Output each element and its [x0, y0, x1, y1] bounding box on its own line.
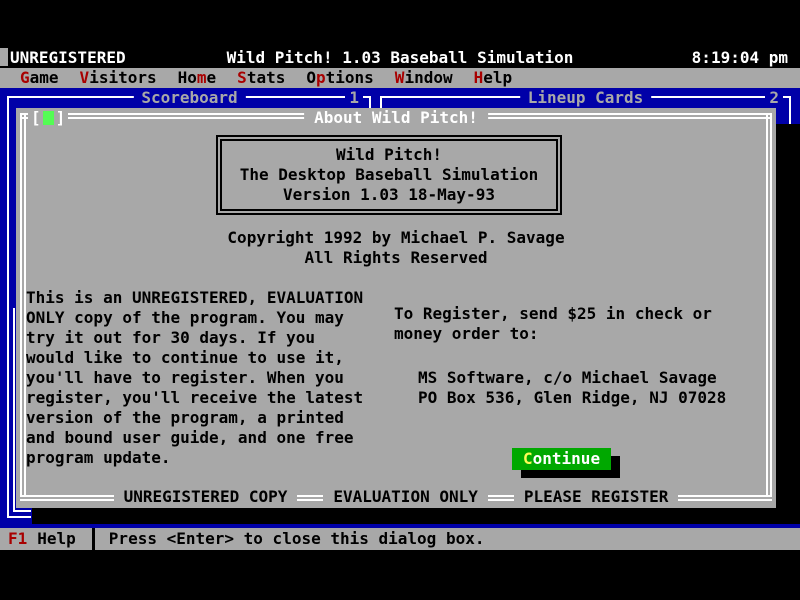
window-title-scoreboard: Scoreboard	[133, 88, 245, 108]
corner-chip	[0, 48, 8, 66]
status-divider	[92, 528, 95, 550]
window-border-left-inner	[13, 308, 15, 512]
badge-evaluation-only: EVALUATION ONLY	[323, 489, 488, 505]
dialog-shadow-bottom	[32, 508, 800, 524]
status-bar: F1 Help Press <Enter> to close this dial…	[0, 528, 800, 550]
menu-item-visitors[interactable]: Visitors	[80, 68, 157, 88]
menu-item-help[interactable]: Help	[474, 68, 513, 88]
badge-unregistered-copy: UNREGISTERED COPY	[114, 489, 298, 505]
desktop: Scoreboard 1 Lineup Cards 2 [] About Wil…	[0, 88, 800, 528]
program-name: Wild Pitch!	[222, 145, 556, 165]
app-title: Wild Pitch! 1.03 Baseball Simulation	[227, 48, 574, 68]
help-hint-label[interactable]: Help	[37, 528, 76, 550]
f1-key-hint[interactable]: F1	[8, 528, 27, 550]
register-address: MS Software, c/o Michael Savage PO Box 5…	[418, 368, 726, 408]
copyright-block: Copyright 1992 by Michael P. Savage All …	[16, 228, 776, 268]
about-dialog: [] About Wild Pitch! Wild Pitch! The Des…	[16, 108, 776, 508]
menu-bar: Game Visitors Home Stats Options Window …	[0, 68, 800, 88]
title-bar: UNREGISTERED Wild Pitch! 1.03 Baseball S…	[0, 48, 800, 68]
dialog-close-button[interactable]: []	[28, 109, 68, 127]
program-version: Version 1.03 18-May-93	[222, 185, 556, 205]
register-instructions: To Register, send $25 in check or money …	[394, 304, 712, 344]
dialog-shadow-right	[776, 124, 800, 524]
menu-item-stats[interactable]: Stats	[237, 68, 285, 88]
window-border-corner	[7, 516, 31, 518]
dialog-title: About Wild Pitch!	[304, 108, 488, 128]
window-border-corner	[13, 510, 31, 512]
menu-item-window[interactable]: Window	[395, 68, 453, 88]
dialog-footer-badges: UNREGISTERED COPY EVALUATION ONLY PLEASE…	[16, 489, 776, 505]
evaluation-notice-text: This is an UNREGISTERED, EVALUATION ONLY…	[26, 288, 363, 468]
status-message: Press <Enter> to close this dialog box.	[109, 528, 485, 550]
dialog-border-right	[766, 113, 772, 497]
window-border-left	[7, 96, 9, 518]
clock: 8:19:04 pm	[692, 48, 788, 68]
window-number: 1	[345, 88, 363, 108]
copyright-line: Copyright 1992 by Michael P. Savage	[16, 228, 776, 248]
menu-item-options[interactable]: Options	[306, 68, 373, 88]
rights-line: All Rights Reserved	[16, 248, 776, 268]
dos-screen: UNREGISTERED Wild Pitch! 1.03 Baseball S…	[0, 0, 800, 600]
menu-item-game[interactable]: Game	[20, 68, 59, 88]
window-number: 2	[765, 88, 783, 108]
window-corner	[789, 96, 791, 126]
badge-please-register: PLEASE REGISTER	[514, 489, 679, 505]
continue-button[interactable]: Continue	[512, 448, 611, 470]
about-info-box: Wild Pitch! The Desktop Baseball Simulat…	[216, 135, 562, 215]
window-scoreboard-titlebar[interactable]: Scoreboard 1	[8, 88, 371, 108]
window-lineup-cards-titlebar[interactable]: Lineup Cards 2	[380, 88, 791, 108]
registration-status: UNREGISTERED	[10, 48, 126, 68]
close-icon	[43, 111, 54, 125]
program-subtitle: The Desktop Baseball Simulation	[222, 165, 556, 185]
menu-item-home[interactable]: Home	[178, 68, 217, 88]
window-title-lineup-cards: Lineup Cards	[520, 88, 652, 108]
